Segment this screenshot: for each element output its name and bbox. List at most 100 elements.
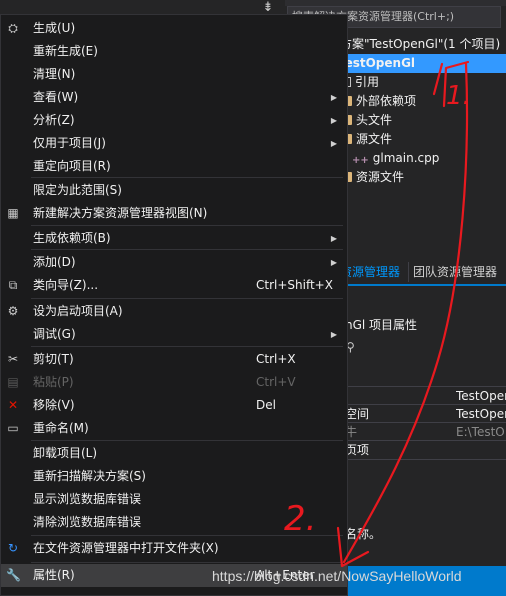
gear-icon: ⚙ [7, 304, 19, 318]
menu-item[interactable]: ▭ 重命名(M) [1, 417, 347, 440]
build-icon: ⛭ [8, 21, 18, 35]
submenu-arrow-icon: ▶ [330, 258, 337, 267]
prop-key: 页项 [345, 443, 370, 457]
menu-item-label: 清除浏览数据库错误 [33, 515, 142, 529]
submenu-arrow-icon: ▶ [330, 93, 337, 102]
menu-item-shortcut: Ctrl+Shift+X [256, 278, 333, 292]
grid-divider [340, 459, 506, 460]
prop-value[interactable]: TestOpen [456, 405, 506, 423]
menu-item-label: 查看(W) [33, 90, 79, 104]
menu-item[interactable]: 重新生成(E) [1, 40, 347, 63]
menu-item-label: 属性(R) [33, 568, 75, 582]
node-label: 头文件 [356, 113, 393, 127]
menu-item[interactable]: 添加(D) ▶ [1, 251, 347, 274]
scissors-icon: ✂ [7, 352, 19, 366]
menu-item-label: 重定向项目(R) [33, 159, 111, 173]
menu-separator [31, 177, 343, 178]
tab-team-explorer[interactable]: 团队资源管理器 [408, 262, 497, 282]
menu-separator [31, 346, 343, 347]
menu-item-label: 限定为此范围(S) [33, 183, 122, 197]
tab-solution-explorer[interactable]: 资源管理器 [340, 262, 400, 282]
menu-separator [31, 440, 343, 441]
menu-separator [31, 298, 343, 299]
properties-title: nGl 项目属性 [345, 318, 418, 332]
menu-item-label: 卸载项目(L) [33, 446, 98, 460]
external-deps-node[interactable]: 外部依赖项 [340, 92, 416, 111]
menu-item[interactable]: ▤ 粘贴(P) Ctrl+V [1, 371, 347, 394]
menu-item-shortcut: Del [256, 398, 276, 412]
resource-files-node[interactable]: 资源文件 [340, 168, 404, 187]
menu-item-shortcut: Ctrl+V [256, 375, 296, 389]
menu-item[interactable]: 清除浏览数据库错误 [1, 511, 347, 534]
menu-item[interactable]: ▦ 新建解决方案资源管理器视图(N) [1, 202, 347, 225]
menu-item-label: 移除(V) [33, 398, 75, 412]
menu-item[interactable]: ⧉ 类向导(Z)... Ctrl+Shift+X [1, 274, 347, 297]
wrench-icon: 🔧 [6, 568, 21, 582]
submenu-arrow-icon: ▶ [330, 139, 337, 148]
menu-item[interactable]: ✂ 剪切(T) Ctrl+X [1, 348, 347, 371]
menu-separator [31, 225, 343, 226]
submenu-arrow-icon: ▶ [330, 234, 337, 243]
menu-item[interactable]: 分析(Z) ▶ [1, 109, 347, 132]
menu-item-label: 设为启动项目(A) [33, 304, 123, 318]
menu-item-label: 清理(N) [33, 67, 76, 81]
menu-separator [31, 562, 343, 563]
watermark: https://blog.csdn.net/NowSayHelloWorld [212, 568, 462, 584]
menu-item-label: 新建解决方案资源管理器视图(N) [33, 206, 208, 220]
menu-separator [31, 249, 343, 250]
property-description: 名称。 [345, 527, 382, 541]
prop-value[interactable]: TestOpen [456, 387, 506, 405]
node-label: 引用 [355, 75, 380, 89]
menu-item[interactable]: 清理(N) [1, 63, 347, 86]
menu-item[interactable]: 限定为此范围(S) [1, 179, 347, 202]
menu-item-label: 粘贴(P) [33, 375, 74, 389]
menu-item[interactable]: 查看(W) ▶ [1, 86, 347, 109]
node-label: 外部依赖项 [356, 94, 417, 108]
menu-item-label: 显示浏览数据库错误 [33, 492, 142, 506]
menu-item[interactable]: 卸载项目(L) [1, 442, 347, 465]
node-label: glmain.cpp [372, 151, 440, 165]
glmain-cpp-node[interactable]: ++ glmain.cpp [352, 149, 439, 168]
prop-value[interactable] [456, 441, 506, 459]
menu-item-label: 剪切(T) [33, 352, 74, 366]
menu-item[interactable]: 生成依赖项(B) ▶ [1, 227, 347, 250]
menu-item-label: 生成(U) [33, 21, 76, 35]
menu-item[interactable]: ✕ 移除(V) Del [1, 394, 347, 417]
submenu-arrow-icon: ▶ [330, 116, 337, 125]
solution-node[interactable]: 方案"TestOpenGl"(1 个项目) [340, 35, 500, 54]
menu-item[interactable]: ⚙ 设为启动项目(A) [1, 300, 347, 323]
node-label: 资源文件 [356, 170, 405, 184]
project-context-menu: ⛭ 生成(U) 重新生成(E) 清理(N) 查看(W) ▶ 分析(Z) ▶ 仅用于项目(J) ▶ 重… [0, 14, 348, 596]
menu-item-shortcut: Ctrl+X [256, 352, 296, 366]
prop-key: 空间 [345, 407, 370, 421]
menu-item[interactable]: ↻ 在文件资源管理器中打开文件夹(X) [1, 537, 347, 560]
menu-item[interactable]: 仅用于项目(J) ▶ [1, 132, 347, 155]
menu-item-label: 重命名(M) [33, 421, 89, 435]
menu-item-label: 生成依赖项(B) [33, 231, 111, 245]
menu-separator [31, 535, 343, 536]
prop-value[interactable]: E:\TestO [456, 423, 506, 441]
prop-key: 牛 [345, 425, 358, 439]
menu-item[interactable]: 重新扫描解决方案(S) [1, 465, 347, 488]
menu-item-label: 仅用于项目(J) [33, 136, 106, 150]
menu-item-label: 在文件资源管理器中打开文件夹(X) [33, 541, 219, 555]
menu-item[interactable]: 重定向项目(R) [1, 155, 347, 178]
submenu-arrow-icon: ▶ [330, 330, 337, 339]
class-wizard-icon: ⧉ [8, 278, 18, 292]
remove-icon: ✕ [7, 398, 19, 412]
new-view-icon: ▦ [7, 206, 19, 220]
prop-key [345, 387, 445, 405]
project-node[interactable]: TestOpenGl [338, 54, 506, 73]
rename-icon: ▭ [7, 421, 19, 435]
property-pages-icon[interactable]: ⚲ [346, 340, 360, 354]
menu-item-label: 添加(D) [33, 255, 76, 269]
menu-item[interactable]: ⛭ 生成(U) [1, 17, 347, 40]
open-folder-icon: ↻ [7, 541, 19, 555]
menu-item[interactable]: 调试(G) ▶ [1, 323, 347, 346]
project-label: TestOpenGl [338, 56, 416, 70]
menu-item-label: 重新扫描解决方案(S) [33, 469, 146, 483]
menu-item-label: 分析(Z) [33, 113, 75, 127]
menu-item-label: 类向导(Z)... [33, 278, 99, 292]
node-label: 源文件 [356, 132, 393, 146]
menu-item[interactable]: 显示浏览数据库错误 [1, 488, 347, 511]
